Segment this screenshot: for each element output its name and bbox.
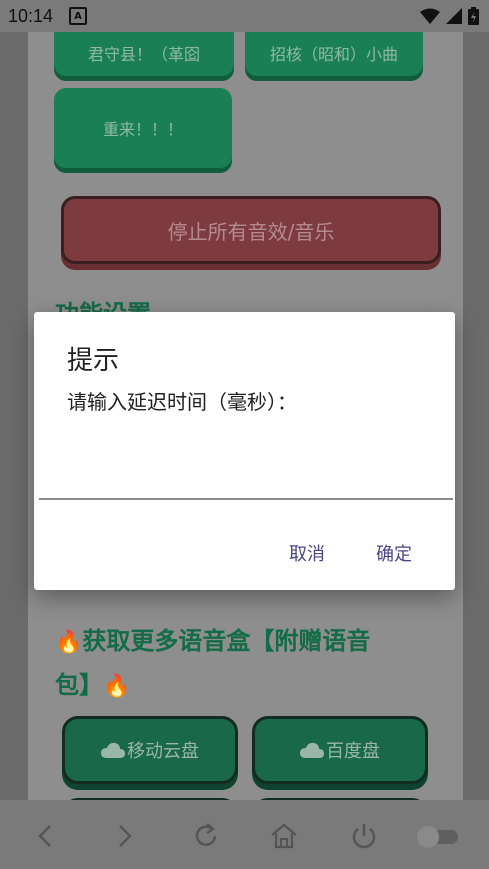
battery-icon	[468, 7, 479, 25]
wifi-icon	[420, 8, 440, 24]
sound-button[interactable]: 君守县！（革囵	[54, 32, 234, 76]
stop-all-button[interactable]: 停止所有音效/音乐	[61, 196, 441, 264]
dialog-message: 请输入延迟时间（毫秒）：	[67, 390, 297, 414]
mobile-cloud-button[interactable]: 移动云盘	[62, 716, 238, 784]
restart-button-label: 重来！！！	[102, 120, 183, 139]
sound-button[interactable]: 招核（昭和）小曲	[245, 32, 423, 76]
status-time: 10:14	[8, 5, 54, 26]
toggle-switch[interactable]	[414, 820, 462, 852]
sound-button-label: 招核（昭和）小曲	[269, 45, 398, 64]
home-icon[interactable]	[268, 820, 300, 852]
baidu-pan-label: 百度盘	[326, 741, 380, 762]
fire-icon: 🔥	[103, 674, 131, 699]
chevron-right-icon[interactable]	[108, 820, 140, 852]
more-title-line1: 获取更多语音盒【附赠语音	[82, 627, 371, 655]
chevron-left-icon[interactable]	[30, 820, 62, 852]
status-bar: 10:14 A	[0, 0, 489, 32]
more-title-line2: 包】	[55, 671, 103, 699]
notification-icon: A	[69, 7, 88, 25]
more-section-title: 🔥获取更多语音盒【附赠语音 包】🔥	[55, 620, 435, 708]
baidu-pan-button[interactable]: 百度盘	[252, 716, 428, 784]
power-icon[interactable]	[348, 820, 380, 852]
dialog-title: 提示	[67, 346, 120, 376]
ok-button[interactable]: 确定	[376, 540, 412, 566]
signal-icon	[446, 8, 462, 24]
delay-input-dialog: 提示 请输入延迟时间（毫秒）： 取消 确定	[34, 312, 455, 590]
cancel-button[interactable]: 取消	[289, 540, 325, 566]
cloud-icon	[101, 742, 125, 758]
browser-nav-bar	[0, 800, 489, 869]
refresh-icon[interactable]	[190, 820, 222, 852]
restart-button[interactable]: 重来！！！	[54, 88, 232, 168]
fire-icon: 🔥	[55, 630, 83, 655]
stop-all-label: 停止所有音效/音乐	[167, 219, 335, 244]
sound-button-label: 君守县！（革囵	[87, 45, 200, 64]
mobile-cloud-label: 移动云盘	[127, 741, 199, 762]
delay-input[interactable]	[39, 452, 453, 500]
status-icons	[420, 7, 479, 25]
cloud-icon	[300, 742, 324, 758]
